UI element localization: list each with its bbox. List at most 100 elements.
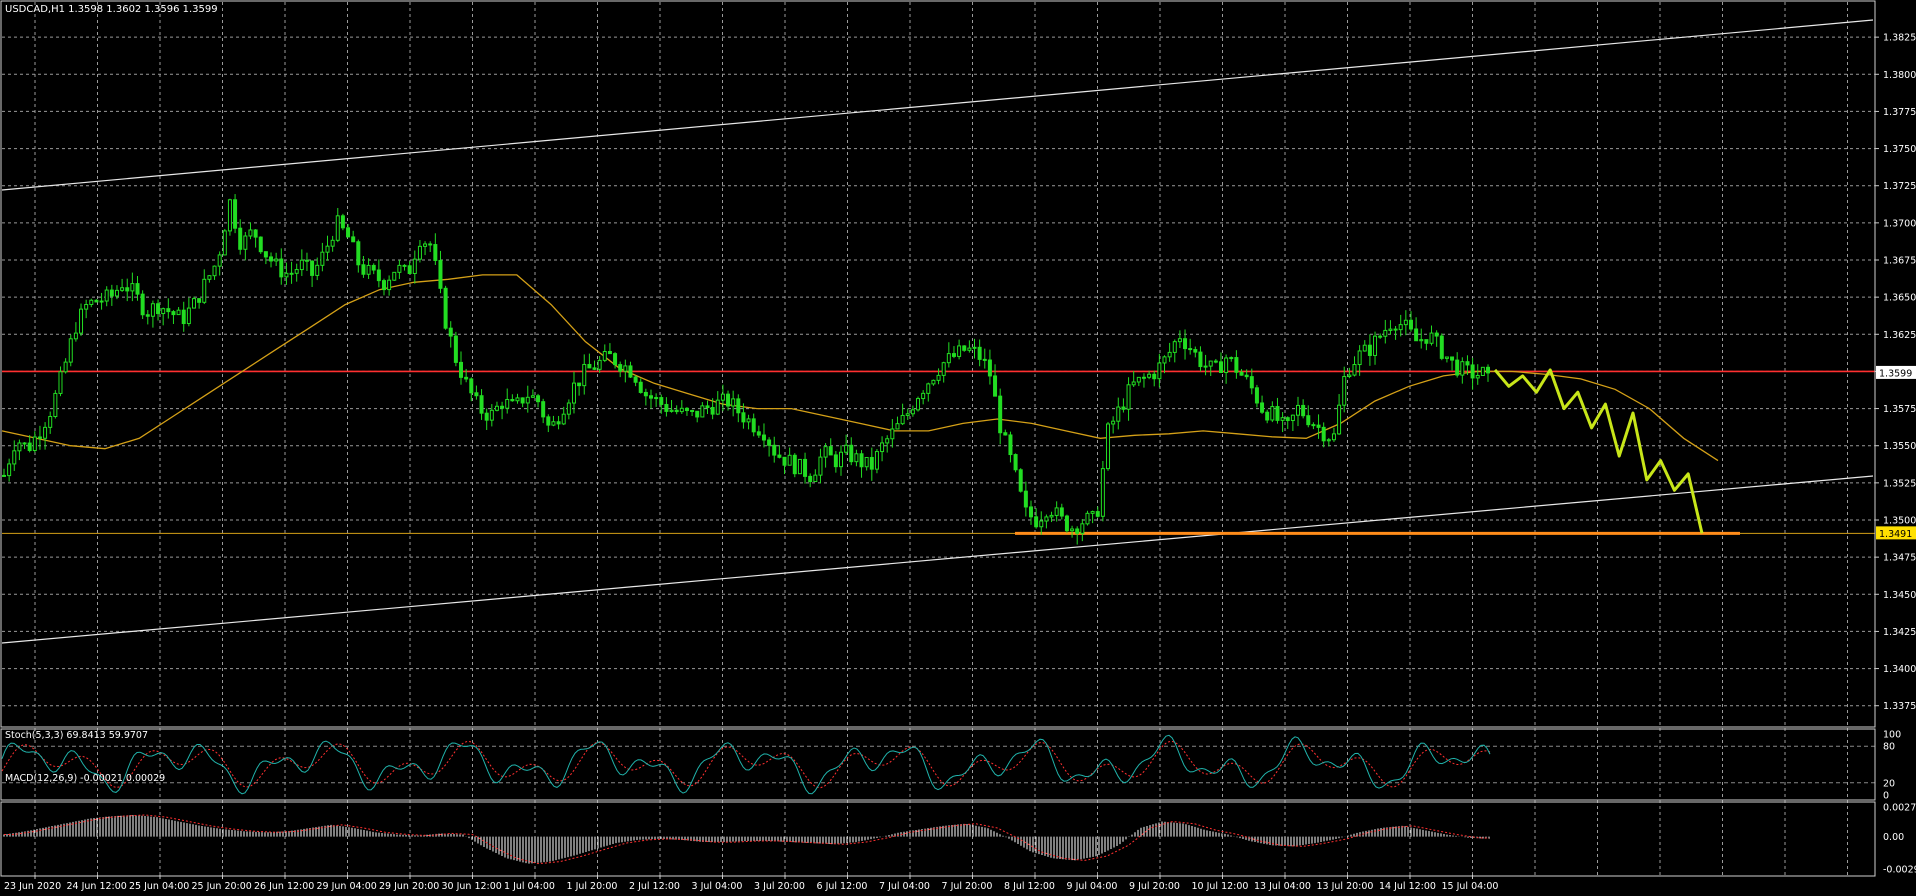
candle-body: [1331, 433, 1336, 441]
candle-body: [844, 444, 849, 453]
candle-body: [104, 289, 109, 302]
candle-body: [838, 451, 843, 468]
candle-body: [607, 350, 612, 355]
candle-body: [536, 395, 541, 403]
candle-body: [1337, 404, 1342, 435]
candle-body: [135, 283, 140, 295]
candle-body: [335, 215, 340, 241]
candle-body: [972, 346, 977, 349]
candle-body: [571, 382, 576, 404]
candle-body: [1260, 402, 1265, 413]
candle-body: [1218, 361, 1223, 374]
candle-body: [161, 308, 166, 315]
candle-body: [1444, 356, 1449, 359]
candle-body: [43, 426, 48, 439]
candle-body: [803, 458, 808, 477]
candle-body: [79, 308, 84, 334]
candle-body: [48, 416, 53, 428]
candle-body: [202, 278, 207, 303]
candle-body: [1049, 514, 1054, 518]
candle-body: [315, 264, 320, 276]
candle-body: [37, 436, 42, 439]
stoch-signal-line: [1, 740, 1491, 789]
axes: 1.3825 1.3800 1.3775 1.3750 1.3725 1.3700 1.36…: [0, 0, 1916, 892]
candle-body: [392, 271, 397, 281]
candle-body: [649, 395, 654, 399]
candle-body: [715, 399, 720, 415]
stoch-title: Stoch(5,3,3) 69.8413 59.9707: [5, 730, 148, 741]
candle-body: [1213, 360, 1218, 363]
y-tick-label: 1.3375: [1883, 701, 1916, 712]
candle-body: [1352, 364, 1357, 376]
candle-body: [1408, 319, 1413, 330]
candle-body: [1100, 468, 1105, 517]
candle-body: [284, 272, 289, 278]
candle-body: [880, 442, 885, 453]
candle-body: [500, 405, 505, 409]
candle-body: [1234, 357, 1239, 373]
candle-body: [1090, 511, 1095, 514]
candle-body: [22, 442, 27, 445]
candle-body: [556, 421, 561, 425]
candle-body: [299, 259, 304, 271]
candle-body: [1064, 515, 1069, 532]
candle-body: [58, 371, 63, 394]
candle-body: [1367, 344, 1372, 356]
candle-body: [859, 453, 864, 468]
candle-body: [1316, 424, 1321, 428]
candle-body: [1075, 528, 1080, 534]
candle-body: [1039, 520, 1044, 528]
y-tick-label: 1.3425: [1883, 627, 1916, 638]
candle-body: [1203, 365, 1208, 368]
candle-body: [1229, 357, 1234, 360]
x-tick-label: 23 Jun 2020: [4, 881, 61, 892]
candle-body: [664, 403, 669, 412]
x-tick-label: 25 Jun 04:00: [129, 881, 189, 892]
candle-body: [951, 353, 956, 357]
candle-body: [156, 303, 161, 315]
candle-body: [366, 264, 371, 275]
candle-body: [1383, 329, 1388, 337]
candle-body: [340, 215, 345, 229]
candle-body: [1460, 361, 1465, 376]
y-tick-label: 1.3650: [1883, 293, 1916, 304]
trading-chart[interactable]: 10080 20 00.00274 0.00 -0.00299 1.3825 1.3800…: [0, 0, 1916, 896]
candle-body: [1054, 507, 1059, 516]
candle-body: [1296, 404, 1301, 416]
candle-body: [998, 395, 1003, 434]
y-tick-label: 1.3450: [1883, 590, 1916, 601]
candle-body: [1131, 381, 1136, 386]
candle-body: [777, 454, 782, 458]
stoch-tick-label: 100: [1883, 730, 1901, 741]
candle-body: [818, 456, 823, 476]
candle-body: [1111, 420, 1116, 425]
y-tick-label: 1.3750: [1883, 144, 1916, 155]
candle-body: [17, 442, 22, 452]
candle-body: [916, 398, 921, 411]
candle-body: [1177, 338, 1182, 343]
candle-body: [274, 258, 279, 262]
candle-body: [1008, 434, 1013, 456]
candle-body: [140, 293, 145, 316]
candle-body: [731, 398, 736, 407]
candle-body: [797, 458, 802, 475]
candle-body: [263, 251, 268, 258]
macd-tick-label: 0.00: [1883, 832, 1904, 843]
x-tick-label: 29 Jun 04:00: [317, 881, 377, 892]
candle-body: [1347, 374, 1352, 378]
candle-body: [659, 397, 664, 405]
candle-body: [1059, 507, 1064, 517]
candle-body: [1003, 432, 1008, 436]
candle-body: [654, 397, 659, 400]
y-tick-label: 1.3575: [1883, 404, 1916, 415]
candle-body: [736, 398, 741, 414]
candle-body: [587, 363, 592, 369]
candle-body: [412, 258, 417, 274]
chart-canvas[interactable]: 10080 20 00.00274 0.00 -0.00299 1.3825 1.3800…: [0, 0, 1916, 896]
candle-body: [253, 229, 258, 238]
y-tick-label: 1.3525: [1883, 478, 1916, 489]
candle-body: [967, 347, 972, 351]
candle-body: [885, 438, 890, 444]
candle-body: [1152, 373, 1157, 380]
candle-body: [150, 303, 155, 317]
